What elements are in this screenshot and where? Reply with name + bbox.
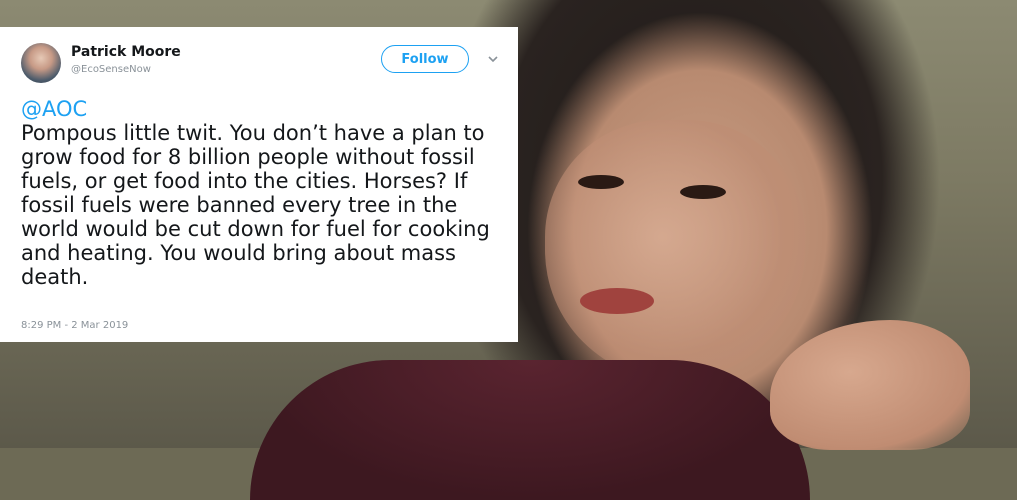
lips-photo	[580, 288, 654, 314]
mention-link[interactable]: @AOC	[21, 97, 513, 121]
follow-button[interactable]: Follow	[381, 45, 469, 73]
tweet-text: Pompous little twit. You don’t have a pl…	[21, 121, 490, 289]
right-eye-photo	[680, 185, 726, 199]
tweet-timestamp[interactable]: 8:29 PM - 2 Mar 2019	[21, 320, 128, 331]
avatar[interactable]	[21, 43, 61, 83]
left-eye-photo	[578, 175, 624, 189]
tweet-body: @AOC Pompous little twit. You don’t have…	[21, 97, 513, 289]
jacket-photo	[250, 360, 810, 500]
face-photo	[545, 120, 805, 380]
tweet-card: Patrick Moore @EcoSenseNow Follow @AOC P…	[0, 27, 518, 342]
chevron-down-icon[interactable]	[486, 52, 500, 66]
author-handle[interactable]: @EcoSenseNow	[71, 64, 151, 75]
author-name[interactable]: Patrick Moore	[71, 44, 181, 60]
